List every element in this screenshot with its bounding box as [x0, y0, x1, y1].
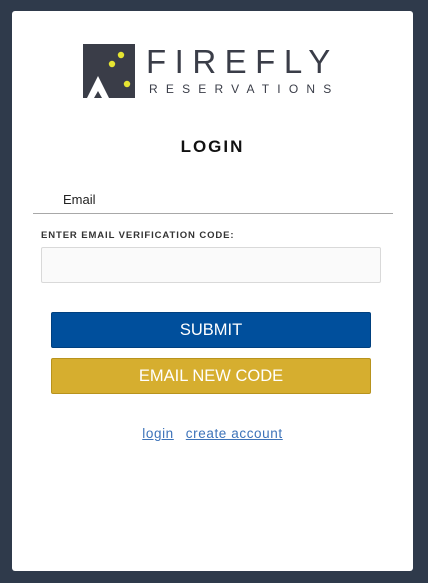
- page-title: LOGIN: [180, 137, 245, 156]
- email-display: Email: [33, 189, 393, 214]
- firefly-logo-mark-icon: [83, 44, 135, 98]
- firefly-logo: FIREFLY RESERVATIONS: [83, 44, 348, 98]
- verification-code-label: ENTER EMAIL VERIFICATION CODE:: [41, 230, 235, 241]
- auth-links: login create account: [12, 426, 413, 441]
- email-new-code-button[interactable]: EMAIL NEW CODE: [51, 358, 371, 394]
- create-account-link[interactable]: create account: [186, 426, 283, 441]
- login-card: FIREFLY RESERVATIONS LOGIN Email ENTER E…: [12, 11, 413, 571]
- login-link[interactable]: login: [142, 426, 174, 441]
- brand-name: FIREFLY: [146, 43, 339, 80]
- verification-code-input[interactable]: [41, 247, 381, 283]
- brand-tagline: RESERVATIONS: [149, 82, 340, 96]
- submit-button[interactable]: SUBMIT: [51, 312, 371, 348]
- email-label: Email: [63, 192, 96, 207]
